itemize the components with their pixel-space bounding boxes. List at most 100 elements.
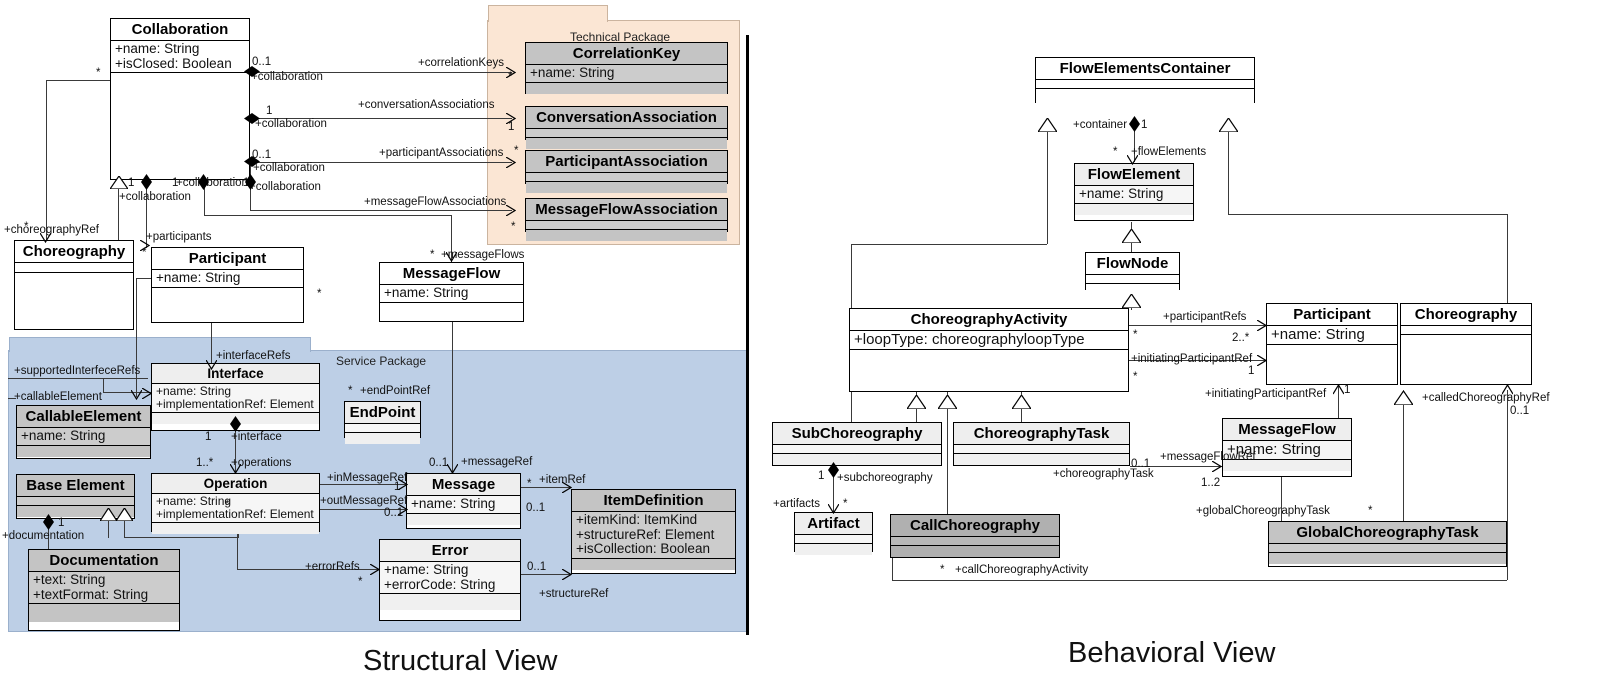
class-conversationassociation[interactable]: ConversationAssociation [525, 106, 728, 149]
class-attributes [526, 129, 727, 138]
multiplicity: 0..1 [1131, 458, 1151, 470]
class-attributes [345, 424, 420, 433]
class-messageflow-structural[interactable]: MessageFlow +name: String [379, 262, 524, 322]
class-choreography-structural[interactable]: Choreography [14, 240, 134, 330]
class-name: ParticipantAssociation [526, 151, 727, 173]
class-operations [526, 182, 727, 193]
class-attributes [526, 173, 727, 182]
class-message[interactable]: Message +name: String [406, 473, 521, 529]
role-label: +structureRef [539, 588, 609, 600]
class-attributes [954, 445, 1129, 454]
generalization-line [851, 244, 1047, 245]
class-callchoreography[interactable]: CallChoreography [890, 514, 1060, 558]
class-name: FlowNode [1086, 253, 1179, 275]
class-globalchoreographytask[interactable]: GlobalChoreographyTask [1268, 521, 1507, 567]
class-attributes [1086, 275, 1179, 284]
assoc-line [1128, 325, 1267, 326]
multiplicity: 1..2 [1201, 477, 1221, 489]
class-attributes: +name: String +isClosed: Boolean [111, 41, 249, 74]
role-label: +collaboration [255, 118, 327, 130]
arrowhead [370, 564, 380, 575]
arrowhead [446, 252, 457, 262]
class-name: Operation [152, 474, 319, 494]
multiplicity: * [317, 288, 322, 300]
class-operations [17, 445, 150, 457]
role-label: +container [1073, 119, 1128, 131]
class-attributes [15, 263, 133, 273]
multiplicity: 1 [58, 517, 65, 529]
class-name: Participant [1267, 304, 1397, 326]
class-name: CorrelationKey [526, 43, 727, 65]
composition-diamond [1129, 116, 1140, 132]
role-label: +correlationKeys [418, 57, 504, 69]
generalization-line [1507, 214, 1508, 305]
arrowhead [206, 360, 217, 370]
role-label: +initiatingParticipantRef [1205, 388, 1327, 400]
class-itemdefinition[interactable]: ItemDefinition +itemKind: ItemKind +stru… [571, 489, 736, 574]
class-participant-structural[interactable]: Participant +name: String [151, 247, 304, 323]
multiplicity: * [225, 499, 230, 511]
class-choreographyactivity[interactable]: ChoreographyActivity +loopType: choreogr… [849, 308, 1129, 392]
class-subchoreography[interactable]: SubChoreography [772, 422, 942, 466]
generalization-line [1047, 131, 1048, 244]
role-label: +choreographyRef [4, 224, 99, 236]
class-attributes: +name: String [526, 65, 727, 83]
class-messageflowassociation[interactable]: MessageFlowAssociation [525, 198, 728, 241]
role-label: +initiatingParticipantRef [1131, 353, 1253, 365]
class-operations [1401, 335, 1531, 381]
multiplicity: * [514, 145, 519, 157]
class-name: CallableElement [17, 406, 150, 428]
class-name: MessageFlow [380, 263, 523, 285]
class-operations [111, 73, 249, 170]
class-documentation[interactable]: Documentation +text: String +textFormat:… [28, 549, 180, 631]
class-name: FlowElementsContainer [1036, 58, 1254, 80]
class-attributes [891, 537, 1059, 546]
role-label: +subchoreography [837, 472, 933, 484]
assoc-line [1507, 390, 1508, 580]
class-endpoint[interactable]: EndPoint [344, 401, 421, 444]
assoc-line [46, 80, 110, 81]
class-participantassociation[interactable]: ParticipantAssociation [525, 150, 728, 193]
caption-structural-view: Structural View [363, 645, 558, 677]
class-operations [891, 546, 1059, 557]
class-attributes: +name: String [1267, 326, 1397, 346]
composition-diamond [244, 156, 260, 167]
class-artifact[interactable]: Artifact [794, 512, 873, 555]
multiplicity: * [1133, 371, 1138, 383]
arrowhead [1127, 155, 1138, 165]
class-choreographytask[interactable]: ChoreographyTask [953, 422, 1130, 466]
role-label: +interfaceRefs [216, 350, 291, 362]
class-operation[interactable]: Operation +name: String +implementationR… [151, 473, 320, 534]
role-label: +flowElements [1131, 146, 1207, 158]
class-choreography-behavioral[interactable]: Choreography [1400, 303, 1532, 385]
class-collaboration[interactable]: Collaboration +name: String +isClosed: B… [110, 18, 250, 180]
assoc-line [1281, 477, 1282, 526]
class-flowelementscontainer[interactable]: FlowElementsContainer [1035, 57, 1255, 104]
class-name: CallChoreography [891, 515, 1059, 537]
class-messageflow-behavioral[interactable]: MessageFlow +name: String [1222, 418, 1352, 477]
class-operations [1036, 89, 1254, 104]
generalization-triangle [100, 508, 117, 521]
arrowhead [140, 240, 150, 251]
role-label: +supportedInterfeceRefs [14, 365, 141, 377]
class-operations [15, 273, 133, 327]
role-label: +callableElement [14, 391, 102, 403]
class-participant-behavioral[interactable]: Participant +name: String [1266, 303, 1398, 385]
generalization-triangle [1122, 294, 1141, 308]
class-correlationkey[interactable]: CorrelationKey +name: String [525, 42, 728, 94]
class-name: Choreography [15, 241, 133, 263]
role-label: +calledChoreographyRef [1422, 392, 1550, 404]
arrowhead [506, 157, 516, 168]
class-error[interactable]: Error +name: String +errorCode: String [379, 539, 521, 621]
class-name: Artifact [795, 513, 872, 535]
class-operations [152, 287, 303, 314]
arrowhead [1212, 461, 1222, 472]
class-callableelement[interactable]: CallableElement +name: String [16, 405, 151, 459]
generalization-triangle [110, 176, 128, 189]
role-label: +artifacts [773, 498, 820, 510]
class-operations [526, 82, 727, 94]
class-flowelement[interactable]: FlowElement +name: String [1074, 163, 1194, 221]
arrowhead [447, 464, 458, 474]
role-label: +participantAssociations [379, 147, 504, 159]
class-flownode[interactable]: FlowNode [1085, 252, 1180, 295]
